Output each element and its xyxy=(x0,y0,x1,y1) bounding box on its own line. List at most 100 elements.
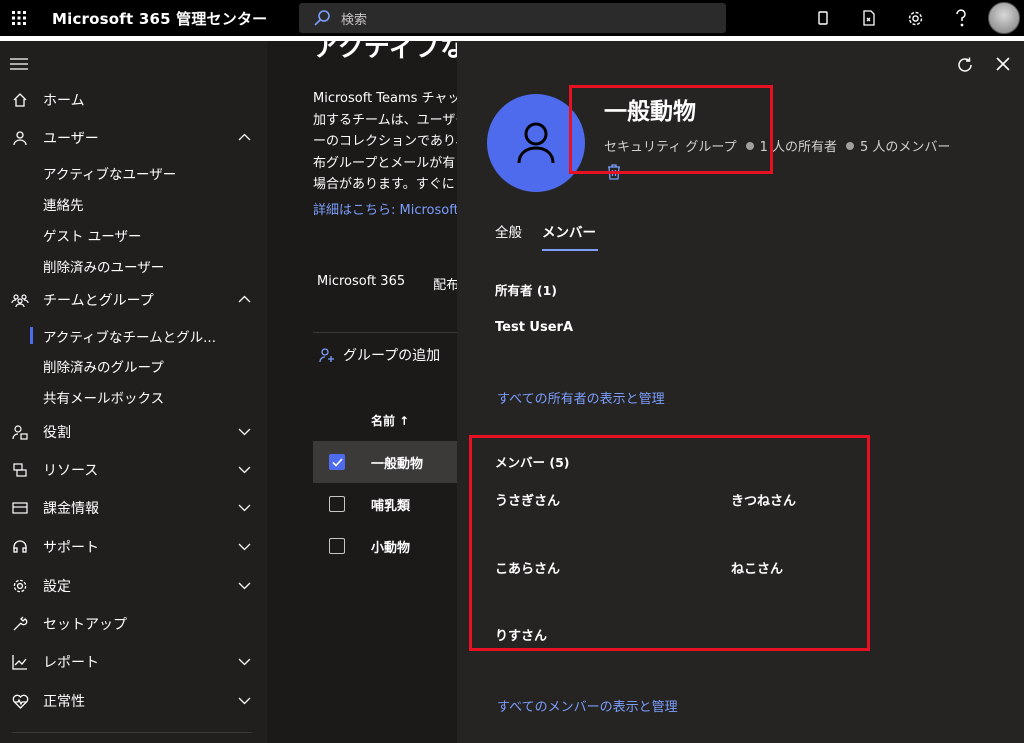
toolbar-divider xyxy=(313,332,457,333)
table-row[interactable]: 哺乳類 xyxy=(313,483,457,525)
user-avatar[interactable] xyxy=(988,2,1020,34)
add-person-icon xyxy=(319,348,334,363)
row-checkbox[interactable] xyxy=(329,454,345,470)
column-header-name[interactable]: 名前 ↑ xyxy=(371,412,409,429)
chart-line-icon xyxy=(10,652,30,672)
nav-reports[interactable]: レポート xyxy=(0,643,267,681)
owners-count: 1 人の所有者 xyxy=(759,140,837,155)
member-name: うさぎさん xyxy=(495,494,561,509)
tab-members[interactable]: メンバー xyxy=(542,221,598,251)
member-name: りすさん xyxy=(495,629,548,644)
description-line: Microsoft Teams チャット xyxy=(313,91,457,106)
nav-label: アクティブなユーザー xyxy=(43,166,177,183)
search-icon xyxy=(314,10,330,26)
row-name: 哺乳類 xyxy=(371,498,411,514)
table-row[interactable]: 小動物 xyxy=(313,525,457,567)
nav-label: セットアップ xyxy=(43,617,127,633)
owner-name: Test UserA xyxy=(495,320,574,335)
nav-support[interactable]: サポート xyxy=(0,528,267,566)
chevron-down-icon[interactable] xyxy=(238,463,251,476)
nav-billing[interactable]: 課金情報 xyxy=(0,489,267,527)
add-group-label: グループの追加 xyxy=(343,348,441,364)
nav-setup[interactable]: セットアップ xyxy=(0,605,267,643)
chevron-down-icon[interactable] xyxy=(238,425,251,438)
refresh-icon[interactable] xyxy=(956,56,974,74)
owners-section-title: 所有者 (1) xyxy=(495,283,557,298)
nav-guest-users[interactable]: ゲスト ユーザー xyxy=(0,219,267,250)
manage-owners-link[interactable]: すべての所有者の表示と管理 xyxy=(497,388,665,407)
mobile-app-icon[interactable] xyxy=(800,0,846,36)
page-description: Microsoft Teams チャット 加するチームは、ユーザー ーのコレクシ… xyxy=(313,88,457,196)
chevron-down-icon[interactable] xyxy=(238,501,251,514)
chevron-down-icon[interactable] xyxy=(238,540,251,553)
trash-icon[interactable] xyxy=(607,164,621,180)
nav-label: ゲスト ユーザー xyxy=(43,228,142,245)
description-line: 場合があります。すぐに xyxy=(313,177,455,192)
role-icon xyxy=(10,422,30,442)
add-group-button[interactable]: グループの追加 xyxy=(319,345,440,365)
member-name: きつねさん xyxy=(731,494,797,509)
row-checkbox[interactable] xyxy=(329,538,345,554)
hamburger-menu-icon[interactable] xyxy=(10,55,28,74)
nav-home[interactable]: ホーム xyxy=(0,81,267,119)
nav-users[interactable]: ユーザー xyxy=(0,119,267,157)
credit-card-icon xyxy=(10,498,30,518)
close-icon[interactable] xyxy=(996,57,1010,71)
tab-general[interactable]: 全般 xyxy=(495,221,522,241)
group-summary: セキュリティ グループ 1 人の所有者 5 人のメンバー xyxy=(604,136,950,155)
nav-label: 設定 xyxy=(43,579,71,595)
nav-health[interactable]: 正常性 xyxy=(0,682,267,720)
chevron-down-icon[interactable] xyxy=(238,694,251,707)
nav-contacts[interactable]: 連絡先 xyxy=(0,188,267,219)
nav-teams-groups[interactable]: チームとグループ xyxy=(0,281,267,319)
nav-label: 連絡先 xyxy=(43,197,84,214)
page-title: アクティブな xyxy=(313,41,457,63)
nav-settings[interactable]: 設定 xyxy=(0,567,267,605)
row-checkbox[interactable] xyxy=(329,496,345,512)
nav-label: ホーム xyxy=(43,93,85,109)
tab-microsoft-365[interactable]: Microsoft 365 xyxy=(317,274,405,293)
nav-label: レポート xyxy=(43,655,99,671)
nav-deleted-users[interactable]: 削除済みのユーザー xyxy=(0,250,267,281)
separator-dot xyxy=(745,141,754,150)
nav-shared-mailboxes[interactable]: 共有メールボックス xyxy=(0,381,267,412)
wrench-icon xyxy=(10,614,30,634)
nav-label: サポート xyxy=(43,540,99,556)
sidebar-divider xyxy=(12,732,252,733)
manage-members-link[interactable]: すべてのメンバーの表示と管理 xyxy=(497,696,678,715)
chevron-up-icon[interactable] xyxy=(238,293,251,306)
gear-icon[interactable] xyxy=(892,0,938,36)
description-line: 布グループとメールが有 xyxy=(313,155,456,171)
group-title: 一般動物 xyxy=(604,99,696,125)
nav-deleted-groups[interactable]: 削除済みのグループ xyxy=(0,350,267,381)
app-launcher-icon[interactable] xyxy=(0,0,38,36)
nav-label: チームとグループ xyxy=(43,293,154,309)
help-icon[interactable] xyxy=(938,0,984,36)
gear-icon xyxy=(10,576,30,596)
nav-label: アクティブなチームとグル... xyxy=(43,329,216,346)
checkmark-icon xyxy=(331,457,343,467)
resource-icon xyxy=(10,460,30,480)
group-avatar xyxy=(487,94,585,192)
nav-resources[interactable]: リソース xyxy=(0,451,267,489)
chevron-up-icon[interactable] xyxy=(238,131,251,144)
main-content: アクティブな Microsoft Teams チャット 加するチームは、ユーザー… xyxy=(267,41,457,743)
document-icon[interactable] xyxy=(846,0,892,36)
nav-active-users[interactable]: アクティブなユーザー xyxy=(0,157,267,188)
tab-distribution-list[interactable]: 配布リスト xyxy=(433,274,457,293)
row-name: 小動物 xyxy=(371,540,411,556)
chevron-down-icon[interactable] xyxy=(238,579,251,592)
nav-label: ユーザー xyxy=(43,131,99,147)
nav-label: 役割 xyxy=(43,425,71,441)
nav-label: 削除済みのグループ xyxy=(43,359,164,376)
chevron-down-icon[interactable] xyxy=(238,655,251,668)
search-box[interactable]: 検索 xyxy=(299,3,726,33)
people-icon xyxy=(10,290,30,310)
table-row[interactable]: 一般動物 xyxy=(313,441,457,483)
nav-label: 正常性 xyxy=(43,694,85,710)
group-detail-panel: 一般動物 セキュリティ グループ 1 人の所有者 5 人のメンバー 全般 メンバ… xyxy=(457,41,1024,743)
nav-active-teams-groups[interactable]: アクティブなチームとグル... xyxy=(0,320,267,351)
app-title[interactable]: Microsoft 365 管理センター xyxy=(52,8,267,29)
learn-more-link[interactable]: 詳細はこちら: Microsoft xyxy=(313,199,457,218)
nav-roles[interactable]: 役割 xyxy=(0,413,267,451)
